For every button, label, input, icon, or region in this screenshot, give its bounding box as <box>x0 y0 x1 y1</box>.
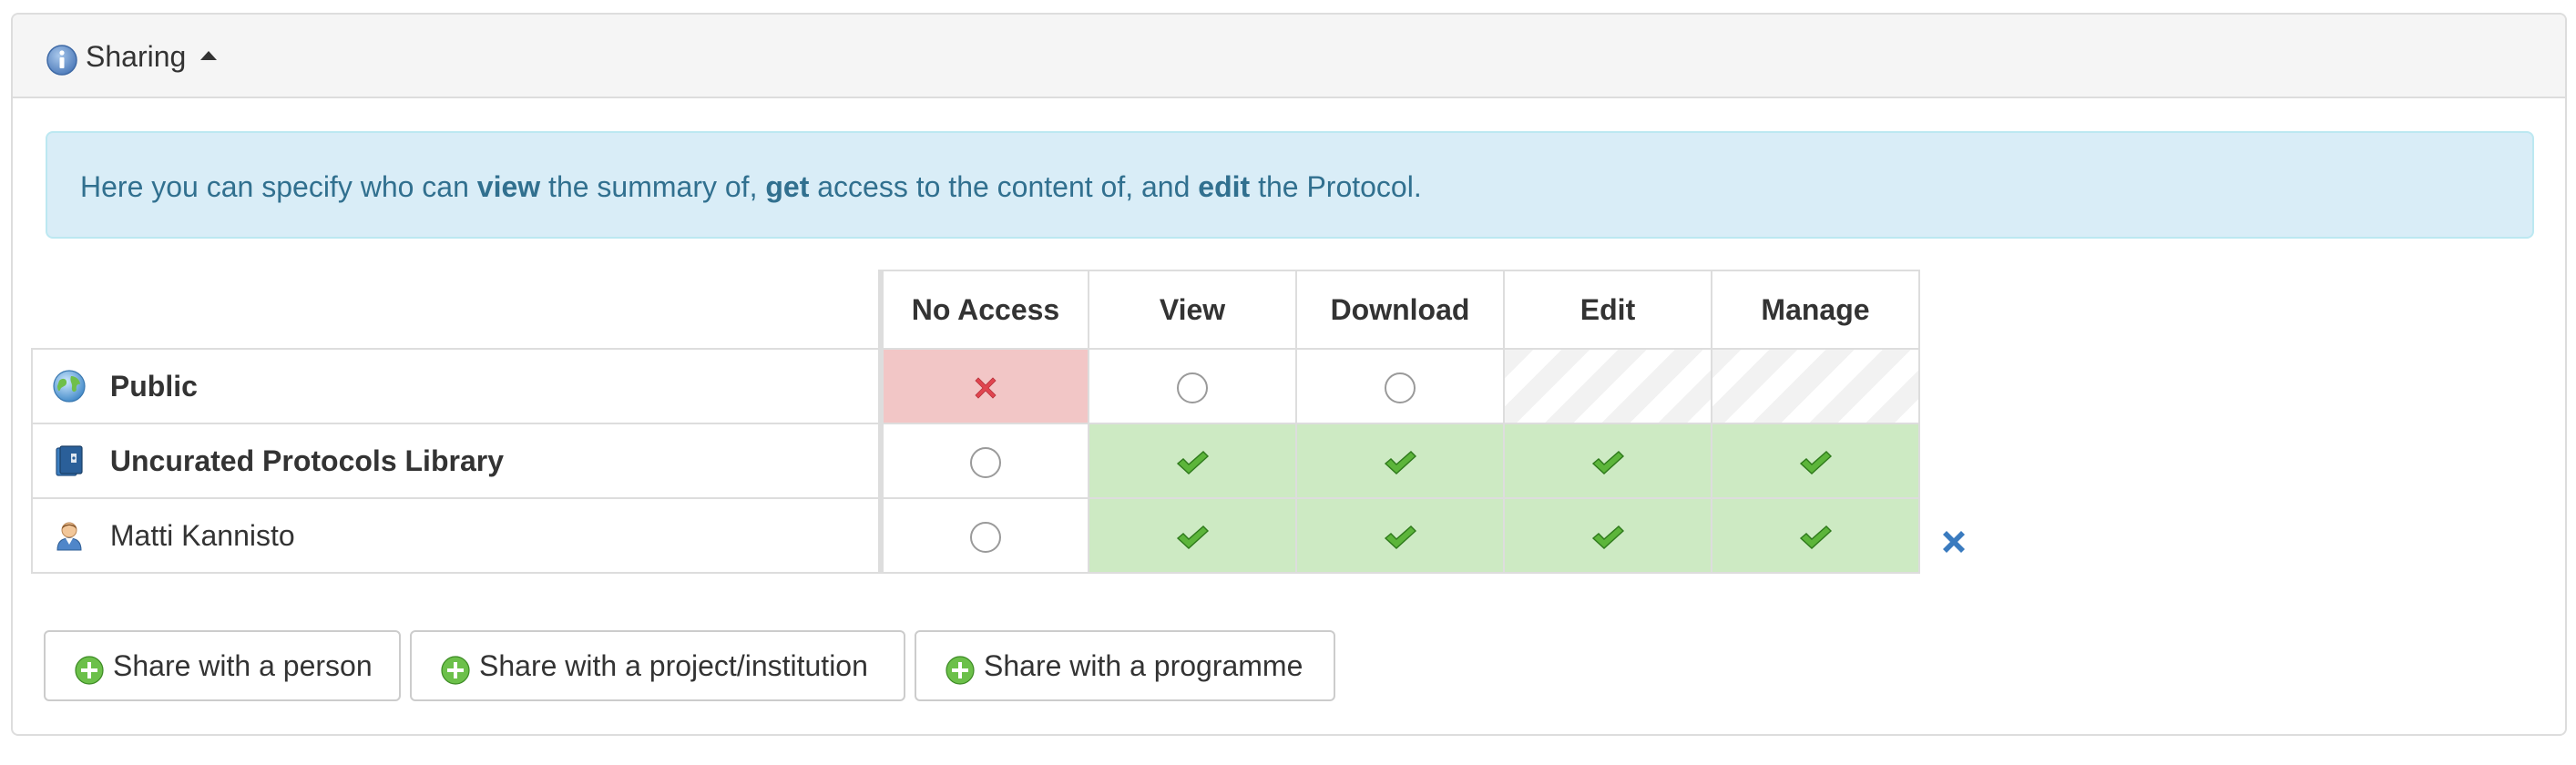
radio-button[interactable] <box>1177 372 1208 403</box>
row-name-person: Matti Kannisto <box>109 518 295 552</box>
person-edit-cell[interactable] <box>1503 497 1712 574</box>
share-with-programme-button[interactable]: Share with a programme <box>915 630 1335 701</box>
checkmark-icon <box>1176 451 1210 474</box>
share-with-person-label: Share with a person <box>113 649 373 682</box>
person-icon <box>56 522 82 551</box>
col-view: View <box>1088 270 1297 350</box>
share-with-programme-label: Share with a programme <box>984 649 1303 682</box>
row-name-library: Uncurated Protocols Library <box>109 444 504 477</box>
alert-text-3: access to the content of, and <box>809 170 1199 203</box>
sharing-panel-heading[interactable]: Sharing <box>13 15 2565 98</box>
library-download-cell[interactable] <box>1295 423 1505 499</box>
permission-row-library: Uncurated Protocols Library <box>31 423 1920 499</box>
alert-text-2: the summary of, <box>540 170 766 203</box>
radio-button[interactable] <box>970 521 1001 553</box>
alert-edit: edit <box>1198 170 1251 203</box>
globe-icon <box>53 370 86 403</box>
header-blank <box>32 270 881 349</box>
alert-text-1: Here you can specify who can <box>80 170 477 203</box>
library-view-cell[interactable] <box>1088 423 1297 499</box>
row-name-public: Public <box>109 369 198 403</box>
caret-up-icon[interactable] <box>200 51 217 60</box>
row-label-public: Public <box>31 348 882 424</box>
public-manage-cell-disabled <box>1711 348 1920 424</box>
col-edit: Edit <box>1503 270 1712 350</box>
sharing-title[interactable]: Sharing <box>86 38 186 75</box>
add-icon <box>441 656 470 685</box>
add-icon <box>946 656 975 685</box>
public-download-cell[interactable] <box>1295 348 1505 424</box>
add-icon <box>75 656 104 685</box>
col-no-access: No Access <box>878 270 1089 350</box>
library-edit-cell[interactable] <box>1503 423 1712 499</box>
share-with-project-label: Share with a project/institution <box>479 649 868 682</box>
col-download: Download <box>1295 270 1505 350</box>
checkmark-icon <box>1591 525 1625 549</box>
share-with-project-button[interactable]: Share with a project/institution <box>410 630 905 701</box>
cross-icon <box>975 377 997 399</box>
share-with-person-button[interactable]: Share with a person <box>44 630 401 701</box>
alert-get: get <box>765 170 810 203</box>
remove-person-icon[interactable] <box>1940 528 1968 556</box>
person-download-cell[interactable] <box>1295 497 1505 574</box>
permissions-table: No Access View Download Edit Manage Publ… <box>31 270 1920 574</box>
alert-text-4: the Protocol. <box>1250 170 1422 203</box>
row-label-library: Uncurated Protocols Library <box>31 423 882 499</box>
permission-row-public: Public <box>31 348 1920 424</box>
checkmark-icon <box>1591 451 1625 474</box>
checkmark-icon <box>1176 525 1210 549</box>
person-manage-cell[interactable] <box>1711 497 1920 574</box>
library-no-access-cell[interactable] <box>878 423 1089 499</box>
person-view-cell[interactable] <box>1088 497 1297 574</box>
alert-view: view <box>476 170 541 203</box>
info-icon <box>46 45 77 76</box>
public-edit-cell-disabled <box>1503 348 1712 424</box>
library-manage-cell[interactable] <box>1711 423 1920 499</box>
checkmark-icon <box>1384 525 1417 549</box>
checkmark-icon <box>1384 451 1417 474</box>
radio-button[interactable] <box>970 446 1001 478</box>
radio-button[interactable] <box>1385 372 1416 403</box>
library-icon <box>56 445 83 476</box>
checkmark-icon <box>1799 525 1833 549</box>
checkmark-icon <box>1799 451 1833 474</box>
col-manage: Manage <box>1711 270 1920 350</box>
person-no-access-cell[interactable] <box>878 497 1089 574</box>
permissions-header-row: No Access View Download Edit Manage <box>32 270 1920 350</box>
row-label-person: Matti Kannisto <box>31 497 882 574</box>
public-no-access-cell[interactable] <box>878 348 1089 424</box>
public-view-cell[interactable] <box>1088 348 1297 424</box>
permission-row-person: Matti Kannisto <box>31 497 1920 574</box>
sharing-info-alert: Here you can specify who can view the su… <box>46 131 2534 239</box>
